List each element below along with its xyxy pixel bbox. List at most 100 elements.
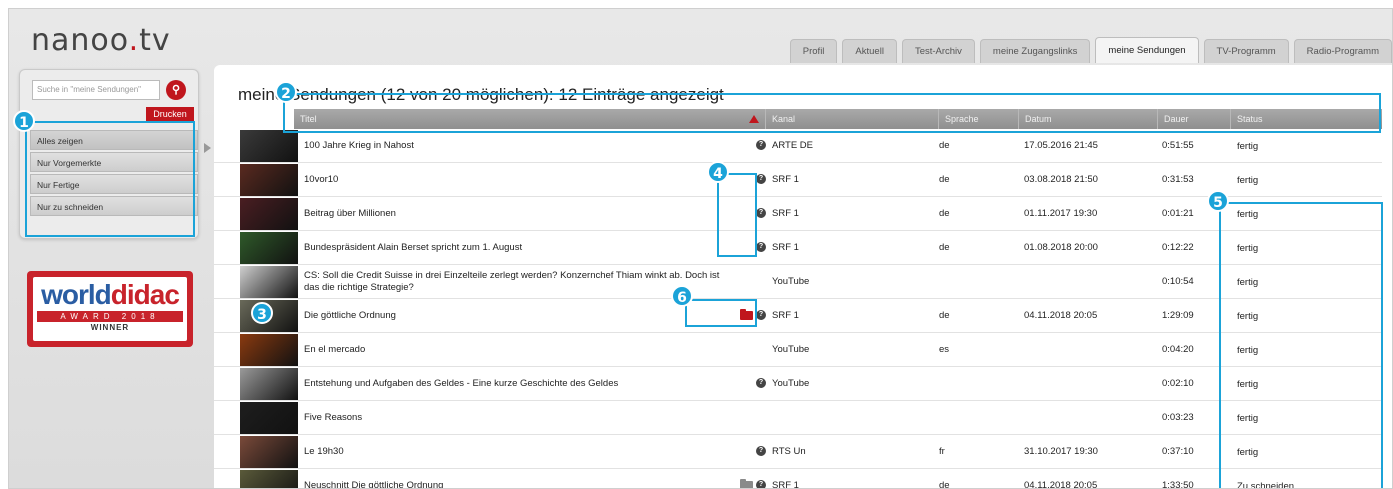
cell-title[interactable]: Neuschnitt Die göttliche Ordnung [304, 480, 736, 488]
award-word-2: didac [110, 279, 180, 310]
cell-kanal: YouTube [772, 276, 810, 287]
info-icon[interactable]: ? [756, 140, 766, 151]
cell-kanal: RTS Un [772, 446, 806, 457]
tab-radio-programm[interactable]: Radio-Programm [1293, 39, 1392, 63]
cell-kanal: SRF 1 [772, 480, 799, 489]
table-row[interactable]: Entstehung und Aufgaben des Geldes - Ein… [214, 367, 1382, 401]
table-row[interactable]: 100 Jahre Krieg in Nahost? ARTE DE de 17.05… [214, 129, 1382, 163]
cell-title[interactable]: Die göttliche Ordnung [304, 310, 736, 322]
video-thumbnail[interactable] [240, 232, 298, 264]
cell-datum: 01.08.2018 20:00 [1024, 242, 1098, 253]
callout-6: 6 [671, 285, 693, 307]
callout-1: 1 [13, 110, 35, 132]
cell-title[interactable]: Entstehung und Aufgaben des Geldes - Ein… [304, 378, 736, 390]
tab-meine-zugangslinks[interactable]: meine Zugangslinks [979, 39, 1091, 63]
tab-test-archiv[interactable]: Test-Archiv [901, 39, 975, 63]
cell-sprache: de [939, 480, 950, 489]
nanoo-logo[interactable]: nanoo.tv [31, 23, 171, 58]
cell-sprache: es [939, 344, 950, 355]
cell-kanal: YouTube [772, 344, 810, 355]
info-icon[interactable]: ? [756, 480, 766, 488]
table-row[interactable]: Le 19h30? RTS Un fr 31.10.2017 19:30 0:37:10… [214, 435, 1382, 469]
video-thumbnail[interactable] [240, 436, 298, 468]
cell-title[interactable]: Beitrag über Millionen [304, 208, 736, 220]
cell-title[interactable]: 10vor10 [304, 174, 736, 186]
info-icon[interactable]: ? [756, 310, 766, 321]
callout-5: 5 [1207, 190, 1229, 212]
cell-dauer: 0:10:54 [1162, 276, 1194, 287]
cell-title[interactable]: 100 Jahre Krieg in Nahost [304, 140, 736, 152]
info-icon[interactable]: ? [756, 242, 766, 253]
cell-title[interactable]: En el mercado [304, 344, 736, 356]
cell-kanal: SRF 1 [772, 242, 799, 253]
highlight-box-4 [717, 173, 757, 257]
info-icon[interactable]: ? [756, 446, 766, 457]
cell-title[interactable]: Five Reasons [304, 412, 736, 424]
table-row[interactable]: Neuschnitt Die göttliche Ordnung? SRF 1 de… [214, 469, 1382, 489]
tab-meine-sendungen[interactable]: meine Sendungen [1095, 37, 1199, 63]
cell-datum: 31.10.2017 19:30 [1024, 446, 1098, 457]
folder-icon[interactable] [740, 478, 753, 488]
cell-kanal: ARTE DE [772, 140, 814, 151]
worlddidac-award-logo: worlddidac AWARD 2018 WINNER [27, 271, 193, 347]
tab-aktuell[interactable]: Aktuell [842, 39, 897, 63]
cell-dauer: 1:29:09 [1162, 310, 1194, 321]
tab-tv-programm[interactable]: TV-Programm [1203, 39, 1289, 63]
table-row[interactable]: Die göttliche Ordnung? SRF 1 de 04.11.2018 … [214, 299, 1382, 333]
cell-kanal: YouTube [772, 378, 810, 389]
cell-kanal: SRF 1 [772, 208, 799, 219]
print-button[interactable]: Drucken [146, 107, 194, 122]
table-row[interactable]: 10vor10? SRF 1 de 03.08.2018 21:50 0:31:53 fe… [214, 163, 1382, 197]
cell-datum: 04.11.2018 20:05 [1024, 310, 1098, 321]
row-icons: ? [726, 478, 766, 488]
cell-kanal: SRF 1 [772, 174, 799, 185]
award-subtitle: AWARD 2018 [37, 311, 183, 322]
video-thumbnail[interactable] [240, 130, 298, 162]
app-frame: nanoo.tv Profil Aktuell Test-Archiv mein… [8, 8, 1393, 489]
video-thumbnail[interactable] [240, 402, 298, 434]
info-icon[interactable]: ? [756, 174, 766, 185]
table-row[interactable]: Five Reasons 0:03:23 fertig [214, 401, 1382, 435]
cell-dauer: 0:04:20 [1162, 344, 1194, 355]
video-thumbnail[interactable] [240, 470, 298, 488]
chevron-right-icon [204, 143, 211, 153]
row-icons: ? [726, 140, 766, 152]
cell-sprache: de [939, 174, 950, 185]
cell-status: fertig [1237, 175, 1259, 186]
info-icon[interactable]: ? [756, 208, 766, 219]
award-word-1: world [41, 279, 112, 310]
cell-kanal: SRF 1 [772, 310, 799, 321]
video-thumbnail[interactable] [240, 368, 298, 400]
tab-profil[interactable]: Profil [789, 39, 838, 63]
cell-dauer: 0:51:55 [1162, 140, 1194, 151]
info-icon[interactable]: ? [756, 378, 766, 389]
cell-datum: 04.11.2018 20:05 [1024, 480, 1098, 489]
search-icon[interactable]: ⚲ [166, 80, 186, 100]
callout-2: 2 [275, 81, 297, 103]
video-thumbnail[interactable] [240, 334, 298, 366]
cell-sprache: de [939, 208, 950, 219]
cell-sprache: de [939, 310, 950, 321]
highlight-box-1 [25, 121, 195, 237]
table-row[interactable]: Bundespräsident Alain Berset spricht zum… [214, 231, 1382, 265]
video-thumbnail[interactable] [240, 266, 298, 298]
row-icons: ? [726, 378, 766, 390]
highlight-box-2 [283, 93, 1381, 133]
award-badge: worlddidac AWARD 2018 WINNER [33, 277, 187, 341]
cell-dauer: 0:37:10 [1162, 446, 1194, 457]
row-icons: ? [726, 446, 766, 458]
main-tabs: Profil Aktuell Test-Archiv meine Zugangs… [789, 37, 1392, 63]
cell-title[interactable]: Le 19h30 [304, 446, 736, 458]
cell-dauer: 0:01:21 [1162, 208, 1194, 219]
table-row[interactable]: CS: Soll die Credit Suisse in drei Einze… [214, 265, 1382, 299]
callout-3: 3 [251, 302, 273, 324]
cell-dauer: 0:02:10 [1162, 378, 1194, 389]
video-thumbnail[interactable] [240, 164, 298, 196]
cell-title[interactable]: Bundespräsident Alain Berset spricht zum… [304, 242, 736, 254]
highlight-box-6 [685, 299, 757, 327]
video-thumbnail[interactable] [240, 198, 298, 230]
search-input[interactable]: Suche in "meine Sendungen" [32, 80, 160, 100]
table-row[interactable]: En el mercado YouTube es 0:04:20 fertig [214, 333, 1382, 367]
cell-status: fertig [1237, 141, 1259, 152]
logo-dot: . [128, 23, 140, 58]
